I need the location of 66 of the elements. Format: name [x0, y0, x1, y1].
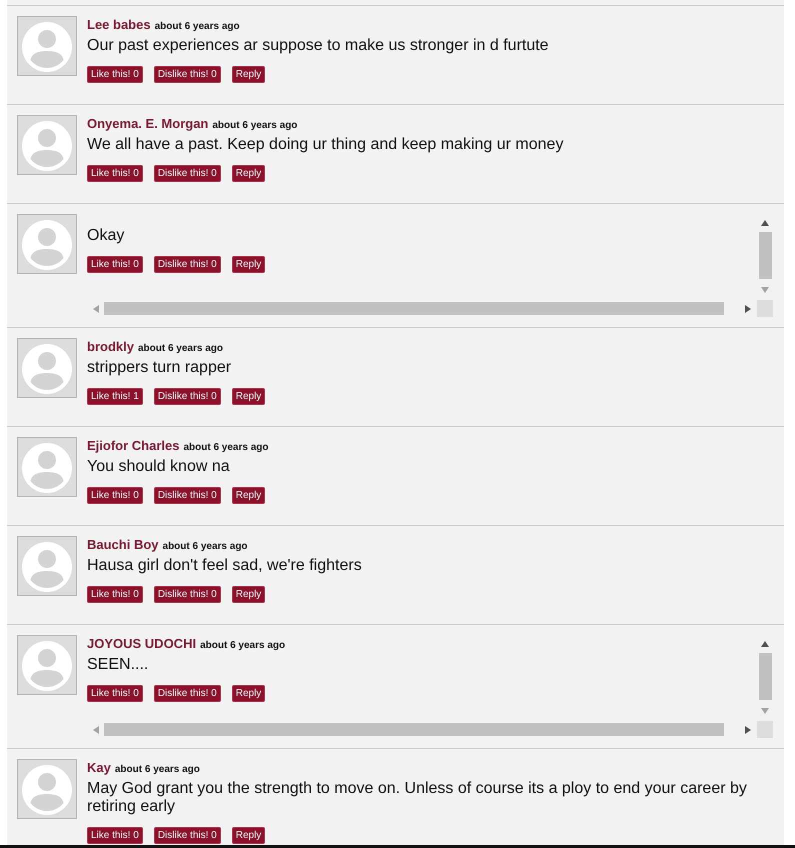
comment-text: You should know na — [87, 458, 231, 476]
avatar-icon — [17, 536, 77, 596]
reply-button[interactable]: Reply — [232, 487, 266, 504]
scrollbar-thumb[interactable] — [104, 302, 724, 315]
timestamp: about 6 years ago — [183, 441, 268, 455]
reply-button[interactable]: Reply — [232, 586, 266, 603]
reply-button[interactable]: Reply — [232, 66, 266, 83]
author-link[interactable]: Ejiofor Charles — [87, 437, 180, 455]
comment-text: Our past experiences ar suppose to make us stronger in d furtute — [87, 37, 550, 55]
like-button[interactable]: Like this! 0 — [87, 165, 143, 182]
avatar-icon — [17, 115, 77, 175]
avatar-icon — [17, 437, 77, 497]
dislike-button[interactable]: Dislike this! 0 — [154, 388, 221, 405]
like-button[interactable]: Like this! 1 — [87, 388, 143, 405]
dislike-button[interactable]: Dislike this! 0 — [154, 66, 221, 83]
comment-text: strippers turn rapper — [87, 359, 232, 377]
author-link[interactable]: Bauchi Boy — [87, 536, 159, 554]
timestamp: about 6 years ago — [154, 20, 240, 34]
scroll-right-arrow-icon[interactable] — [745, 726, 751, 734]
dislike-button[interactable]: Dislike this! 0 — [154, 827, 221, 844]
like-button[interactable]: Like this! 0 — [87, 487, 143, 504]
reply-button[interactable]: Reply — [232, 388, 266, 405]
dislike-button[interactable]: Dislike this! 0 — [154, 586, 221, 603]
like-button[interactable]: Like this! 0 — [87, 827, 143, 844]
timestamp: about 6 years ago — [138, 342, 223, 356]
scroll-up-arrow-icon[interactable] — [761, 220, 769, 226]
comment-text: We all have a past. Keep doing ur thing and keep making ur money — [87, 136, 564, 154]
comment-text: May God grant you the strength to move on. Unless of course its a ploy to end your career by retiring early — [87, 780, 748, 816]
dislike-button[interactable]: Dislike this! 0 — [154, 165, 221, 182]
timestamp: about 6 years ago — [114, 763, 200, 777]
reply-button[interactable]: Reply — [232, 256, 266, 273]
author-link[interactable]: brodkly — [87, 338, 134, 356]
reply-button[interactable]: Reply — [232, 165, 266, 182]
avatar-icon — [17, 338, 77, 398]
scroll-down-arrow-icon[interactable] — [761, 708, 769, 714]
avatar-icon — [17, 16, 77, 76]
scroll-up-arrow-icon[interactable] — [761, 641, 769, 647]
author-link[interactable]: Onyema. E. Morgan — [87, 115, 208, 133]
reply-button[interactable]: Reply — [232, 827, 266, 844]
scrollbar-thumb[interactable] — [104, 723, 724, 736]
comment-text: Hausa girl don't feel sad, we're fighters — [87, 557, 363, 575]
scroll-left-arrow-icon[interactable] — [92, 726, 98, 734]
avatar-icon — [17, 635, 77, 695]
like-button[interactable]: Like this! 0 — [87, 66, 143, 83]
like-button[interactable]: Like this! 0 — [87, 685, 143, 702]
like-button[interactable]: Like this! 0 — [87, 586, 143, 603]
scroll-left-arrow-icon[interactable] — [92, 304, 98, 312]
author-link[interactable]: Lee babes — [87, 16, 151, 34]
avatar-icon — [17, 759, 77, 819]
dislike-button[interactable]: Dislike this! 0 — [154, 487, 221, 504]
reply-button[interactable]: Reply — [232, 685, 266, 702]
avatar-icon — [17, 214, 77, 274]
like-button[interactable]: Like this! 0 — [87, 256, 143, 273]
comment-text: SEEN.... — [87, 656, 150, 674]
scroll-down-arrow-icon[interactable] — [761, 287, 769, 293]
dislike-button[interactable]: Dislike this! 0 — [154, 256, 221, 273]
timestamp: about 6 years ago — [212, 119, 298, 133]
author-link[interactable]: JOYOUS UDOCHI — [87, 635, 196, 653]
scrollbar-thumb[interactable] — [758, 653, 772, 700]
scrollbar-thumb[interactable] — [758, 232, 772, 279]
dislike-button[interactable]: Dislike this! 0 — [154, 685, 221, 702]
timestamp: about 6 years ago — [162, 540, 248, 554]
author-link[interactable]: Kay — [87, 759, 111, 777]
timestamp: about 6 years ago — [200, 639, 286, 653]
comment-text: Okay — [87, 227, 126, 245]
scroll-right-arrow-icon[interactable] — [745, 304, 751, 312]
